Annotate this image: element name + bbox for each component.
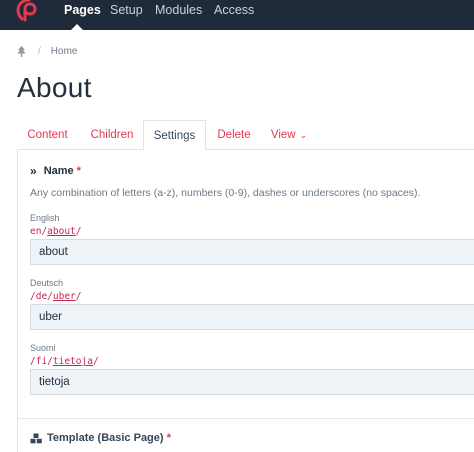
top-navigation-bar: Pages Setup Modules Access	[0, 0, 474, 30]
settings-panel: » Name * Any combination of letters (a-z…	[17, 150, 474, 452]
page-edit-tabs: Content Children Settings Delete View ⌄	[17, 120, 474, 151]
required-marker: *	[166, 432, 171, 444]
tab-view-label: View	[270, 129, 296, 141]
required-marker: *	[76, 165, 81, 177]
page-title: About	[17, 72, 92, 103]
tab-children[interactable]: Children	[80, 120, 144, 150]
url-path-deutsch: /de/uber/	[30, 291, 82, 302]
breadcrumb: / Home	[17, 46, 77, 57]
url-prefix: en/	[30, 226, 48, 237]
nav-item-access[interactable]: Access	[214, 3, 254, 17]
template-field-header[interactable]: Template (Basic Page) *	[30, 432, 171, 444]
language-label-suomi: Suomi	[30, 343, 56, 353]
url-suffix: /	[92, 356, 99, 367]
name-input-english[interactable]: about	[30, 239, 474, 265]
url-prefix: /fi/	[30, 356, 53, 367]
nav-item-setup[interactable]: Setup	[110, 3, 143, 17]
breadcrumb-home-link[interactable]: Home	[51, 46, 78, 57]
tab-children-label: Children	[90, 129, 134, 141]
processwire-logo-icon[interactable]	[14, 0, 44, 22]
tab-delete-label: Delete	[217, 129, 251, 141]
tree-icon[interactable]	[17, 46, 26, 57]
url-suffix: /	[75, 226, 82, 237]
url-suffix: /	[75, 291, 82, 302]
url-path-english: en/about/	[30, 226, 82, 237]
url-prefix: /de/	[30, 291, 53, 302]
tab-settings-label: Settings	[153, 130, 196, 142]
name-field-description: Any combination of letters (a-z), number…	[30, 187, 421, 199]
tab-view[interactable]: View ⌄	[265, 120, 313, 150]
language-label-english: English	[30, 213, 60, 223]
breadcrumb-separator: /	[38, 46, 41, 57]
url-slug: about	[47, 226, 76, 237]
nav-item-modules[interactable]: Modules	[155, 3, 202, 17]
url-slug: uber	[52, 291, 76, 302]
template-field-label: Template (Basic Page)	[47, 432, 164, 444]
url-slug: tietoja	[52, 356, 93, 367]
nav-item-pages[interactable]: Pages	[64, 3, 101, 17]
active-nav-caret	[71, 24, 83, 30]
chevron-down-icon: ⌄	[299, 130, 308, 140]
cubes-icon	[30, 433, 42, 443]
name-input-suomi[interactable]: tietoja	[30, 369, 474, 395]
section-divider	[18, 418, 474, 419]
tab-settings[interactable]: Settings	[143, 120, 206, 151]
tab-content[interactable]: Content	[17, 120, 78, 150]
collapse-toggle-icon[interactable]: »	[30, 164, 37, 178]
name-field-header[interactable]: » Name *	[30, 164, 81, 178]
tab-delete[interactable]: Delete	[208, 120, 260, 150]
language-label-deutsch: Deutsch	[30, 278, 64, 288]
url-path-suomi: /fi/tietoja/	[30, 356, 99, 367]
name-input-deutsch[interactable]: uber	[30, 304, 474, 330]
tab-content-label: Content	[27, 129, 68, 141]
name-field-label: Name	[43, 165, 74, 177]
